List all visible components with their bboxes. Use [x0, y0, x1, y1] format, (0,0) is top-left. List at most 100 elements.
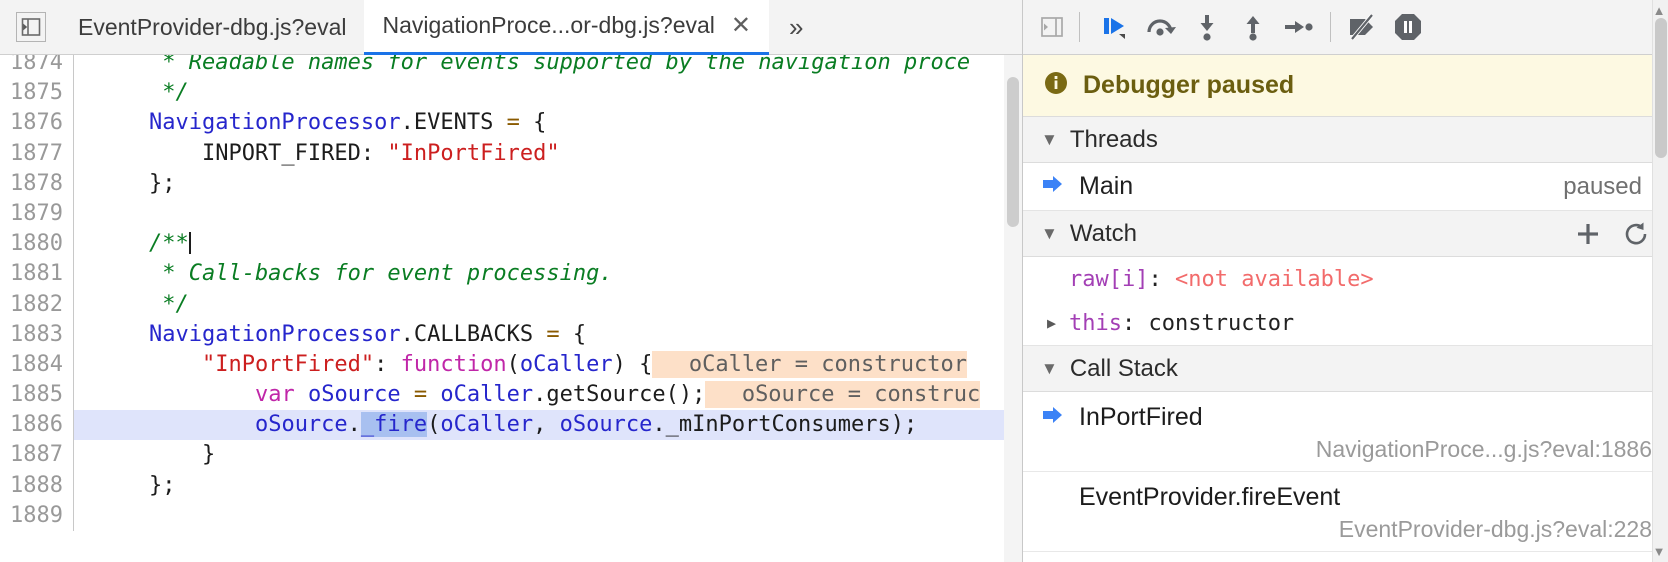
- line-number[interactable]: 1888: [0, 470, 74, 501]
- call-stack-frame[interactable]: EventProvider.fireEvent EventProvider-dbg…: [1023, 472, 1668, 552]
- editor-scroll-thumb[interactable]: [1007, 77, 1019, 227]
- current-call-frame-arrow-icon: [1041, 404, 1065, 431]
- code-token: ._mInPortConsumers);: [652, 412, 918, 438]
- inline-value-hint: oCaller = constructor: [652, 350, 967, 378]
- code-line: 1882 */: [0, 289, 1022, 320]
- code-line-text[interactable]: INPORT_FIRED: "InPortFired": [74, 139, 1022, 169]
- toolbar-divider: [1079, 12, 1080, 42]
- code-token: .CALLBACKS: [400, 321, 547, 347]
- code-line: 1877 INPORT_FIRED: "InPortFired": [0, 138, 1022, 169]
- watch-expression-name: this: [1069, 310, 1122, 336]
- thread-name: Main: [1079, 172, 1134, 200]
- watch-expressions-list: raw[i]: <not available> ▶ this: constructo…: [1023, 257, 1668, 346]
- scroll-up-icon[interactable]: ▲: [1652, 3, 1666, 18]
- code-line-text[interactable]: }: [74, 440, 1022, 470]
- line-number[interactable]: 1879: [0, 198, 74, 230]
- watch-section-header[interactable]: ▼ Watch: [1023, 211, 1668, 257]
- panel-expand-right-icon[interactable]: [1029, 4, 1075, 50]
- code-line-text[interactable]: NavigationProcessor.CALLBACKS = {: [74, 320, 1022, 350]
- line-number[interactable]: 1875: [0, 78, 74, 109]
- line-number[interactable]: 1887: [0, 440, 74, 471]
- step-into-next-function-call-icon[interactable]: [1184, 4, 1230, 50]
- code-token: var: [254, 382, 295, 408]
- call-stack-frame[interactable]: InPortFired NavigationProce...g.js?eval:1…: [1023, 392, 1668, 472]
- add-watch-expression-button[interactable]: [1570, 216, 1606, 252]
- line-number[interactable]: 1885: [0, 380, 74, 411]
- inline-value-hint: oSource = construc: [705, 381, 981, 409]
- code-line-text[interactable]: * Call-backs for event processing.: [74, 259, 1022, 289]
- editor-tab-0[interactable]: EventProvider-dbg.js?eval: [60, 0, 364, 55]
- code-line-text[interactable]: oSource._fire(oCaller, oSource._mInPortC…: [74, 410, 1022, 441]
- code-token: * Call-backs for event processing.: [96, 261, 613, 287]
- scroll-down-icon[interactable]: ▼: [1652, 544, 1666, 559]
- chevron-down-icon[interactable]: ▼: [1041, 225, 1058, 242]
- threads-section-header[interactable]: ▼ Threads: [1023, 117, 1668, 163]
- code-line-text[interactable]: var oSource = oCaller.getSource(); oSour…: [74, 380, 1022, 410]
- step-out-of-current-function-icon[interactable]: [1230, 4, 1276, 50]
- line-number[interactable]: 1880: [0, 229, 74, 260]
- code-token: */: [96, 80, 189, 106]
- watch-section-title: Watch: [1069, 219, 1137, 247]
- watch-expression-row[interactable]: raw[i]: <not available>: [1023, 257, 1668, 301]
- code-line-text[interactable]: NavigationProcessor.EVENTS = {: [74, 108, 1022, 138]
- line-number[interactable]: 1886: [0, 410, 74, 441]
- line-number[interactable]: 1874: [0, 55, 74, 79]
- code-line-text[interactable]: * Readable names for events supported by…: [74, 55, 1022, 78]
- debugger-sidebar: Debugger paused ▼ Threads Main paused ▼ …: [1022, 0, 1668, 562]
- pause-on-exceptions-icon[interactable]: [1385, 4, 1431, 50]
- close-icon[interactable]: ✕: [731, 13, 751, 38]
- step-icon[interactable]: [1276, 4, 1322, 50]
- line-number[interactable]: 1876: [0, 108, 74, 139]
- line-number[interactable]: 1878: [0, 168, 74, 199]
- code-line-text[interactable]: */: [74, 78, 1022, 108]
- step-over-next-function-call-icon[interactable]: [1138, 4, 1184, 50]
- sidebar-scroll-thumb[interactable]: [1655, 18, 1667, 158]
- line-number[interactable]: 1883: [0, 319, 74, 350]
- code-line-text[interactable]: [74, 501, 1022, 531]
- code-line-text[interactable]: };: [74, 471, 1022, 501]
- more-tabs-icon[interactable]: »: [779, 14, 813, 40]
- line-number[interactable]: 1884: [0, 349, 74, 381]
- resume-script-execution-icon[interactable]: [1092, 4, 1138, 50]
- code-line: 1879: [0, 198, 1022, 230]
- call-stack-section-title: Call Stack: [1069, 354, 1178, 382]
- code-line: 1885 var oSource = oCaller.getSource(); …: [0, 380, 1022, 411]
- toolbar-divider: [1330, 12, 1331, 42]
- code-token: };: [96, 472, 176, 498]
- line-number[interactable]: 1881: [0, 259, 74, 290]
- line-number[interactable]: 1889: [0, 500, 74, 531]
- expand-triangle-icon[interactable]: ▶: [1047, 314, 1069, 332]
- code-line-text[interactable]: [74, 199, 1022, 229]
- line-number[interactable]: 1882: [0, 289, 74, 320]
- thread-row-main[interactable]: Main paused: [1023, 163, 1668, 211]
- code-line-text[interactable]: /**: [74, 229, 1022, 259]
- editor-vertical-scrollbar[interactable]: [1004, 55, 1022, 562]
- editor-tab-label: EventProvider-dbg.js?eval: [78, 13, 347, 40]
- panel-collapse-left-icon[interactable]: [16, 12, 46, 42]
- code-line-text[interactable]: };: [74, 169, 1022, 199]
- call-stack-section-header[interactable]: ▼ Call Stack: [1023, 346, 1668, 392]
- chevron-down-icon[interactable]: ▼: [1041, 360, 1058, 377]
- deactivate-breakpoints-icon[interactable]: [1339, 4, 1385, 50]
- editor-tab-1[interactable]: NavigationProce...or-dbg.js?eval ✕: [364, 0, 769, 55]
- line-number[interactable]: 1877: [0, 138, 74, 169]
- code-line: 1886 oSource._fire(oCaller, oSource._mIn…: [0, 410, 1022, 441]
- code-line-text[interactable]: "InPortFired": function(oCaller) { oCall…: [74, 350, 1022, 380]
- sidebar-vertical-scrollbar[interactable]: ▲ ▼: [1652, 0, 1668, 562]
- debugger-toolbar: [1023, 0, 1668, 55]
- source-pane: EventProvider-dbg.js?eval NavigationProc…: [0, 0, 1022, 562]
- call-stack-function-name: EventProvider.fireEvent: [1079, 482, 1341, 511]
- code-token: NavigationProcessor: [148, 321, 401, 347]
- code-line-text[interactable]: */: [74, 290, 1022, 320]
- code-token: .EVENTS: [400, 110, 507, 136]
- code-token: */: [96, 291, 189, 317]
- code-editor[interactable]: 1874 * Readable names for events support…: [0, 55, 1022, 562]
- chevron-down-icon[interactable]: ▼: [1041, 131, 1058, 148]
- watch-expression-row[interactable]: ▶ this: constructor: [1023, 301, 1668, 345]
- refresh-watch-expressions-button[interactable]: [1618, 216, 1654, 252]
- call-stack-function-name: InPortFired: [1079, 402, 1203, 431]
- code-token: ,: [533, 412, 560, 438]
